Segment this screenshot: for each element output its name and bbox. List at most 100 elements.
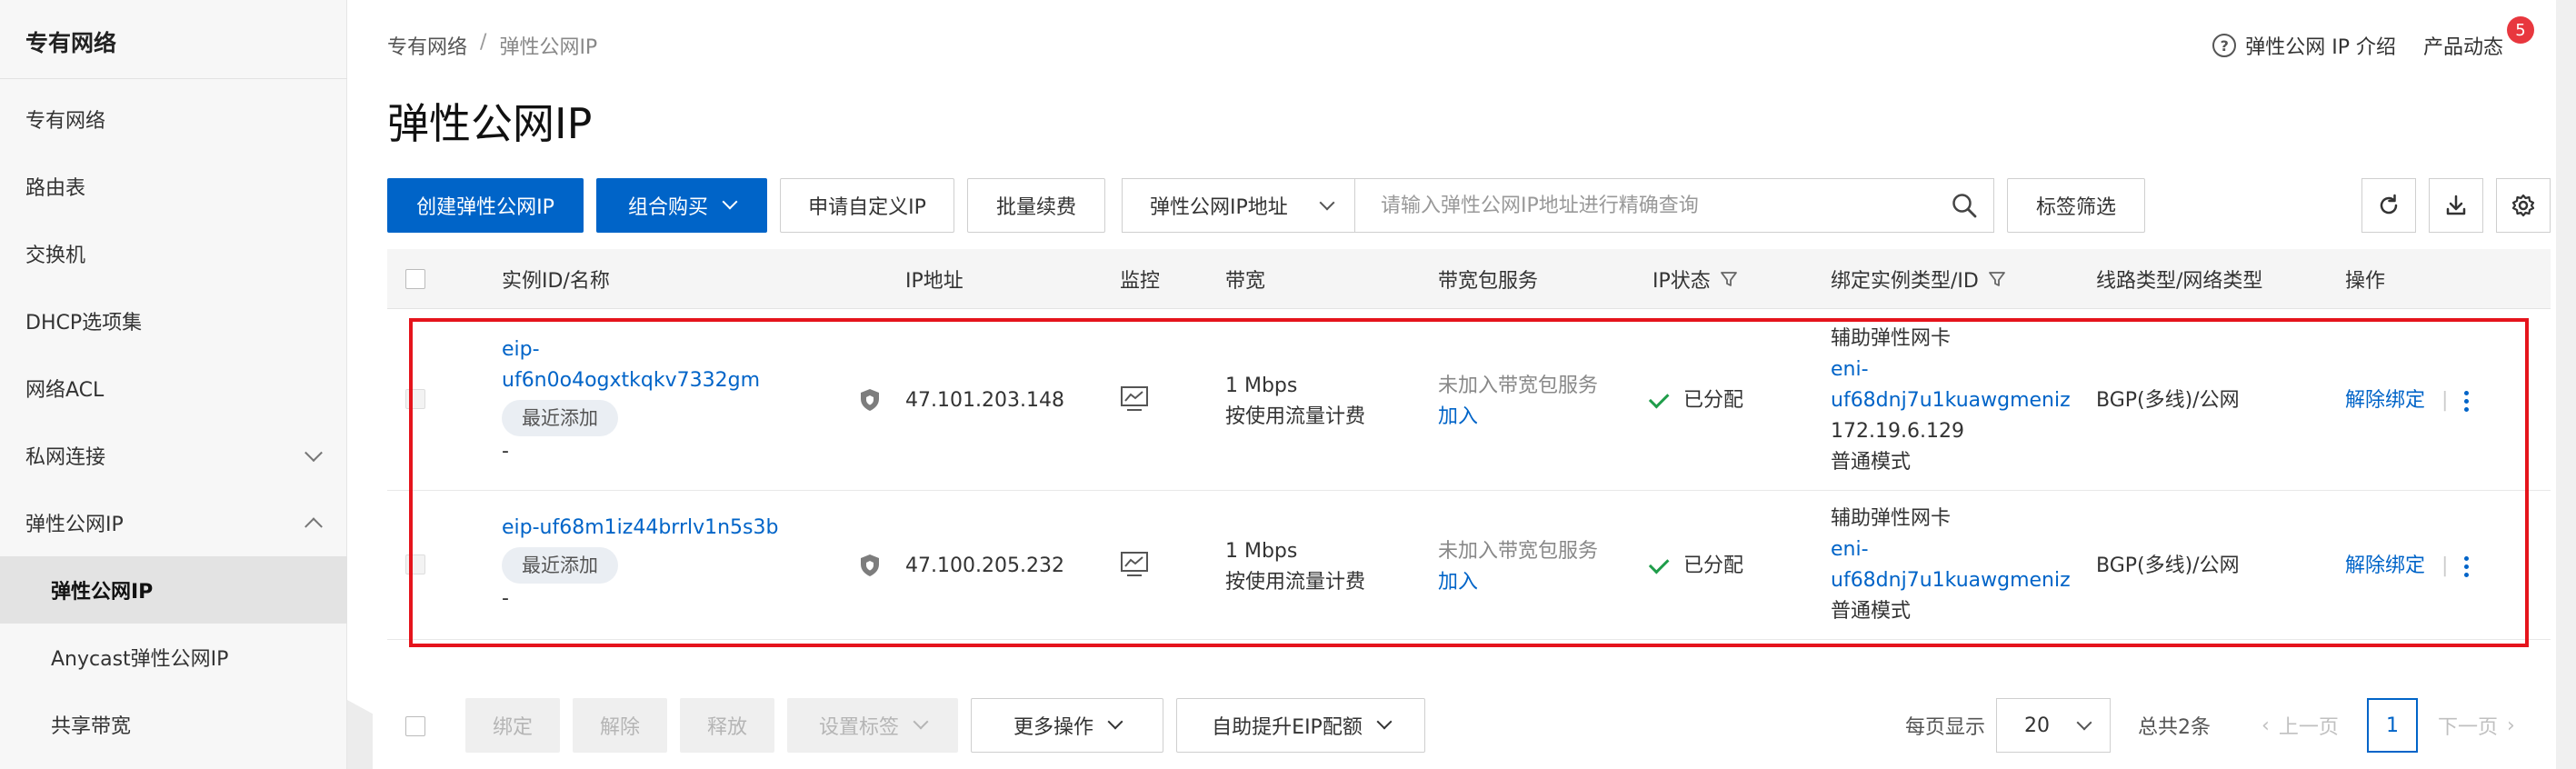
chevron-down-icon: [1319, 195, 1335, 211]
bandwidth-cell: 1 Mbps 按使用流量计费: [1225, 536, 1365, 598]
sidebar-item-vswitch[interactable]: 交换机: [0, 220, 347, 287]
settings-button[interactable]: [2496, 178, 2551, 233]
download-button[interactable]: [2429, 178, 2483, 233]
combo-buy-button[interactable]: 组合购买: [596, 178, 767, 233]
instance-name: -: [502, 587, 509, 610]
set-tag-button[interactable]: 设置标签: [787, 698, 958, 753]
search-input[interactable]: [1355, 179, 1935, 232]
bound-private-ip: 172.19.6.129: [1831, 420, 1964, 443]
tag-filter-button[interactable]: 标签筛选: [2007, 178, 2145, 233]
batch-renew-label: 批量续费: [995, 196, 1076, 219]
sidebar-item-private-link[interactable]: 私网连接: [0, 422, 347, 489]
bound-instance-type: 辅助弹性网卡: [1831, 327, 1952, 350]
filter-icon[interactable]: [1988, 270, 2006, 288]
bind-button[interactable]: 绑定: [465, 698, 560, 753]
search-field-select[interactable]: 弹性公网IP地址: [1123, 179, 1355, 232]
row-checkbox[interactable]: [405, 554, 425, 574]
bound-instance-id-line: eni-: [1831, 538, 1869, 561]
column-header-actions: 操作: [2345, 270, 2386, 293]
instance-id-link[interactable]: eip-uf68m1iz44brrlv1n5s3b: [502, 513, 811, 544]
recently-added-tag: 最近添加: [502, 547, 618, 584]
sidebar-item-acl[interactable]: 网络ACL: [0, 355, 347, 422]
bound-instance-link[interactable]: eni- uf68dnj7u1kuawgmeniz: [1831, 355, 2085, 416]
batch-renew-button[interactable]: 批量续费: [967, 178, 1105, 233]
tag-filter-label: 标签筛选: [2035, 196, 2116, 219]
refresh-icon: [2380, 194, 2398, 215]
chevron-down-icon: [722, 194, 738, 210]
footer-select-all-checkbox[interactable]: [405, 716, 425, 736]
sidebar-item-label: 私网连接: [25, 446, 106, 469]
more-actions-icon[interactable]: [2464, 390, 2470, 412]
breadcrumb: 专有网络 / 弹性公网IP: [387, 31, 597, 60]
release-button[interactable]: 释放: [680, 698, 774, 753]
search-field-value: 弹性公网IP地址: [1150, 196, 1288, 219]
unbind-batch-button[interactable]: 解除: [573, 698, 667, 753]
apply-custom-ip-button[interactable]: 申请自定义IP: [780, 178, 954, 233]
unbind-link[interactable]: 解除绑定: [2345, 551, 2425, 582]
select-all-checkbox[interactable]: [405, 269, 425, 289]
sidebar-item-label: 网络ACL: [25, 379, 105, 402]
column-header-ip: IP地址: [905, 270, 964, 293]
sidebar-item-vpc[interactable]: 专有网络: [0, 85, 347, 153]
chevron-down-icon: [305, 444, 323, 463]
chevron-down-icon: [1107, 714, 1123, 730]
ip-address: 47.101.203.148: [905, 389, 1064, 412]
bound-instance-link[interactable]: eni- uf68dnj7u1kuawgmeniz: [1831, 534, 2085, 596]
row-checkbox[interactable]: [405, 389, 425, 409]
column-header-monitor: 监控: [1120, 270, 1161, 293]
filter-icon[interactable]: [1720, 270, 1738, 288]
apply-custom-ip-label: 申请自定义IP: [808, 196, 926, 219]
page-number-current[interactable]: 1: [2367, 698, 2418, 753]
sidebar-item-label: 交换机: [25, 245, 86, 267]
next-page-button[interactable]: 下一页 ›: [2438, 698, 2515, 753]
sidebar-item-shared-bandwidth[interactable]: 共享带宽: [0, 691, 347, 758]
bound-instance-id-line: eni-: [1831, 358, 1869, 381]
sidebar-item-dhcp[interactable]: DHCP选项集: [0, 287, 347, 355]
join-package-link[interactable]: 加入: [1438, 402, 1598, 433]
instance-id-cell: eip-uf68m1iz44brrlv1n5s3b 最近添加 -: [502, 513, 811, 614]
security-shield[interactable]: [858, 553, 882, 588]
release-label: 释放: [706, 716, 747, 739]
sidebar-title: 专有网络: [25, 30, 117, 56]
chevron-left-icon: ‹: [2261, 714, 2270, 737]
line-type: BGP(多线)/公网: [2096, 554, 2240, 577]
sidebar-item-route-table[interactable]: 路由表: [0, 153, 347, 220]
bandwidth-package-cell: 未加入带宽包服务 加入: [1438, 371, 1598, 433]
page-size-select[interactable]: 20: [1996, 698, 2111, 753]
instance-id-line: uf6n0o4ogxtkqkv7332gm: [502, 369, 761, 392]
breadcrumb-separator: /: [480, 31, 487, 54]
eip-quota-button[interactable]: 自助提升EIP配额: [1176, 698, 1425, 753]
more-operations-button[interactable]: 更多操作: [971, 698, 1163, 753]
help-link-label: 弹性公网 IP 介绍: [2245, 36, 2396, 59]
bandwidth-value: 1 Mbps: [1225, 540, 1298, 563]
help-link[interactable]: ? 弹性公网 IP 介绍: [2212, 31, 2396, 60]
action-separator: |: [2441, 554, 2449, 577]
page-size-value: 20: [2024, 714, 2050, 737]
sidebar-item-anycast-eip[interactable]: Anycast弹性公网IP: [0, 624, 347, 691]
security-shield[interactable]: [858, 387, 882, 423]
unbind-link[interactable]: 解除绑定: [2345, 385, 2425, 416]
unbind-label: 解除: [599, 716, 640, 739]
more-actions-icon[interactable]: [2464, 555, 2470, 577]
actions-cell: 解除绑定 |: [2345, 385, 2470, 416]
sidebar-item-eip[interactable]: 弹性公网IP: [0, 556, 347, 624]
search-group: 弹性公网IP地址: [1122, 178, 1994, 233]
join-package-link[interactable]: 加入: [1438, 567, 1598, 598]
search-button[interactable]: [1935, 179, 1993, 232]
column-header-bandwidth: 带宽: [1225, 270, 1266, 293]
monitor-chart-icon: [1121, 386, 1148, 411]
column-header-bandwidth-package: 带宽包服务: [1438, 270, 1539, 293]
total-count: 总共2条: [2138, 716, 2211, 739]
column-header-ip-status: IP状态: [1652, 249, 1738, 309]
monitor-button[interactable]: [1120, 551, 1149, 588]
sidebar-item-eip-group[interactable]: 弹性公网IP: [0, 489, 347, 556]
create-eip-button[interactable]: 创建弹性公网IP: [387, 178, 584, 233]
bandwidth-package-cell: 未加入带宽包服务 加入: [1438, 536, 1598, 598]
refresh-button[interactable]: [2361, 178, 2416, 233]
breadcrumb-item-vpc[interactable]: 专有网络: [387, 31, 467, 60]
product-news-link[interactable]: 产品动态 5: [2423, 16, 2534, 60]
monitor-button[interactable]: [1120, 385, 1149, 423]
prev-page-button[interactable]: ‹ 上一页: [2261, 698, 2339, 753]
instance-id-link[interactable]: eip- uf6n0o4ogxtkqkv7332gm: [502, 335, 802, 396]
chevron-down-icon: [2076, 714, 2092, 731]
